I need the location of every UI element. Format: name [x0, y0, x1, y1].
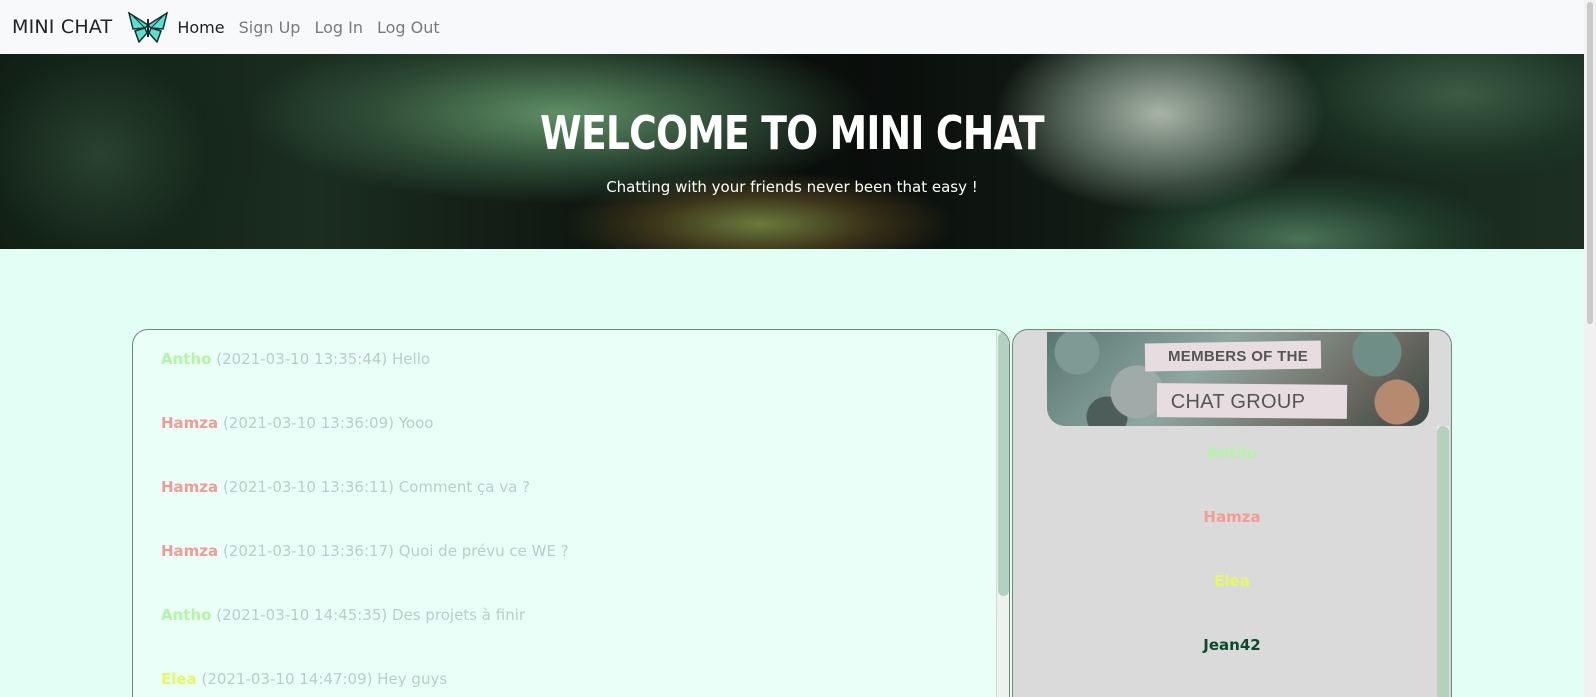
- chat-message: Elea (2021-03-10 14:47:09) Hey guys: [161, 670, 447, 688]
- member-item: Antho: [1206, 444, 1258, 462]
- chat-message: Antho (2021-03-10 14:45:35) Des projets …: [161, 606, 525, 624]
- message-timestamp: (2021-03-10 13:36:09): [222, 414, 394, 432]
- nav-signup-link[interactable]: Sign Up: [239, 18, 301, 37]
- chat-scrollbar-thumb[interactable]: [998, 332, 1009, 596]
- chat-scrollbar[interactable]: [996, 330, 1009, 697]
- message-timestamp: (2021-03-10 13:35:44): [216, 350, 388, 368]
- chat-message: Antho (2021-03-10 13:35:44) Hello: [161, 350, 430, 368]
- members-panel[interactable]: MEMBERS OF THE CHAT GROUP Antho Hamza El…: [1012, 329, 1452, 697]
- message-text: Quoi de prévu ce WE ?: [398, 542, 569, 560]
- hero-banner: WELCOME TO MINI CHAT Chatting with your …: [0, 54, 1584, 249]
- message-author: Hamza: [161, 478, 219, 496]
- nav-login-link[interactable]: Log In: [314, 18, 363, 37]
- butterfly-icon[interactable]: [127, 11, 169, 44]
- message-author: Hamza: [161, 542, 219, 560]
- brand-name[interactable]: MINI CHAT: [12, 16, 112, 38]
- member-item: Elea: [1214, 572, 1250, 590]
- hero-subtitle: Chatting with your friends never been th…: [606, 178, 978, 196]
- chat-message: Hamza (2021-03-10 13:36:11) Comment ça v…: [161, 478, 530, 496]
- message-text: Hello: [392, 350, 431, 368]
- member-item: Jean42: [1203, 636, 1261, 654]
- members-scrollbar-thumb[interactable]: [1437, 426, 1449, 697]
- member-item: Hamza: [1203, 508, 1261, 526]
- message-timestamp: (2021-03-10 13:36:17): [222, 542, 394, 560]
- message-timestamp: (2021-03-10 13:36:11): [222, 478, 394, 496]
- message-text: Hey guys: [377, 670, 448, 688]
- nav-logout-link[interactable]: Log Out: [377, 18, 440, 37]
- navbar: MINI CHAT Home Sign Up Log In Log Out: [0, 0, 1584, 54]
- page-scrollbar-thumb[interactable]: [1587, 2, 1593, 324]
- chat-message: Hamza (2021-03-10 13:36:09) Yooo: [161, 414, 433, 432]
- message-author: Antho: [161, 350, 212, 368]
- chat-messages-panel[interactable]: Antho (2021-03-10 13:35:44) Hello Hamza …: [132, 329, 1010, 697]
- members-header-line1: MEMBERS OF THE: [1167, 348, 1309, 365]
- chat-message: Hamza (2021-03-10 13:36:17) Quoi de prév…: [161, 542, 569, 560]
- members-scrollbar[interactable]: [1437, 426, 1449, 697]
- nav-home-link[interactable]: Home: [177, 18, 224, 37]
- members-header-line2: CHAT GROUP: [1170, 391, 1306, 413]
- members-header-image: MEMBERS OF THE CHAT GROUP: [1047, 332, 1429, 426]
- message-timestamp: (2021-03-10 14:45:35): [216, 606, 388, 624]
- message-author: Hamza: [161, 414, 219, 432]
- message-author: Antho: [161, 606, 212, 624]
- message-timestamp: (2021-03-10 14:47:09): [201, 670, 373, 688]
- message-text: Comment ça va ?: [398, 478, 531, 496]
- message-text: Yooo: [398, 414, 434, 432]
- hero-title: WELCOME TO MINI CHAT: [540, 106, 1044, 160]
- message-author: Elea: [161, 670, 197, 688]
- message-text: Des projets à finir: [392, 606, 526, 624]
- page-scrollbar[interactable]: [1584, 0, 1596, 697]
